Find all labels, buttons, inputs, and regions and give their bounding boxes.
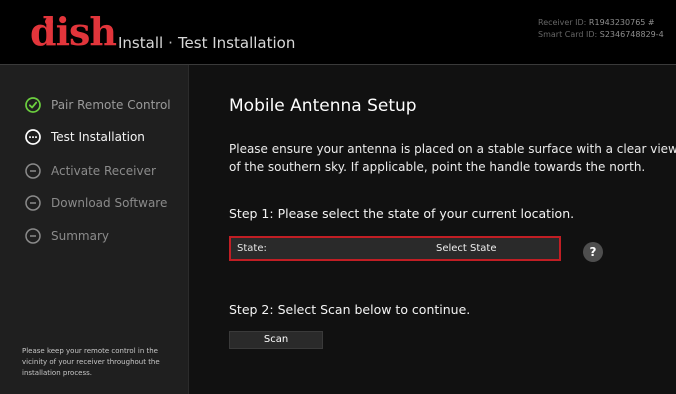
- receiver-id-line: Receiver ID: R1943230765 #: [538, 17, 676, 29]
- dish-logo: dish: [30, 9, 117, 54]
- minus-circle-icon: [25, 195, 41, 211]
- sidebar-step-label: Test Installation: [51, 130, 145, 144]
- sidebar-step-label: Summary: [51, 229, 109, 243]
- breadcrumb-page: Test Installation: [177, 34, 296, 52]
- sidebar-step-download-software: Download Software: [25, 192, 167, 214]
- help-icon[interactable]: ?: [583, 242, 603, 262]
- scan-button[interactable]: Scan: [229, 331, 323, 349]
- state-select-label: State:: [237, 243, 267, 254]
- minus-circle-icon: [25, 163, 41, 179]
- logo-dot-decoration: [45, 18, 53, 25]
- install-screen: dish Install · Test Installation Receiver …: [0, 0, 676, 394]
- smartcard-id-value: S2346748829-4: [599, 30, 664, 39]
- step-1-instruction: Step 1: Please select the state of your …: [229, 206, 575, 221]
- breadcrumb-separator: ·: [168, 34, 173, 52]
- device-ids: Receiver ID: R1943230765 # Smart Card ID…: [538, 17, 676, 41]
- sidebar-step-test-installation: Test Installation: [25, 126, 145, 148]
- smartcard-id-label: Smart Card ID:: [538, 30, 598, 39]
- sidebar-step-summary: Summary: [25, 225, 109, 247]
- sidebar-step-label: Pair Remote Control: [51, 98, 171, 112]
- sidebar-step-pair-remote: Pair Remote Control: [25, 94, 171, 116]
- breadcrumb-section: Install: [118, 34, 164, 52]
- step-2-instruction: Step 2: Select Scan below to continue.: [229, 302, 471, 317]
- check-circle-icon: [25, 97, 41, 113]
- page-title: Mobile Antenna Setup: [229, 96, 417, 116]
- progress-sidebar: Pair Remote Control Test Installation Ac…: [0, 65, 189, 394]
- state-select[interactable]: State: Select State: [229, 236, 561, 261]
- setup-instructions: Please ensure your antenna is placed on …: [229, 142, 676, 174]
- sidebar-step-label: Activate Receiver: [51, 164, 156, 178]
- header: dish Install · Test Installation Receiver …: [0, 0, 676, 65]
- state-select-value: Select State: [436, 243, 497, 254]
- smartcard-id-line: Smart Card ID: S2346748829-4: [538, 29, 676, 41]
- sidebar-step-label: Download Software: [51, 196, 168, 210]
- sidebar-step-activate-receiver: Activate Receiver: [25, 160, 156, 182]
- breadcrumb: Install · Test Installation: [118, 34, 295, 52]
- main-content: Mobile Antenna Setup Please ensure your …: [189, 65, 676, 394]
- ellipsis-circle-icon: [25, 129, 41, 145]
- receiver-id-value: R1943230765 #: [588, 18, 655, 27]
- remote-proximity-note: Please keep your remote control in the v…: [22, 347, 160, 377]
- minus-circle-icon: [25, 228, 41, 244]
- receiver-id-label: Receiver ID:: [538, 18, 587, 27]
